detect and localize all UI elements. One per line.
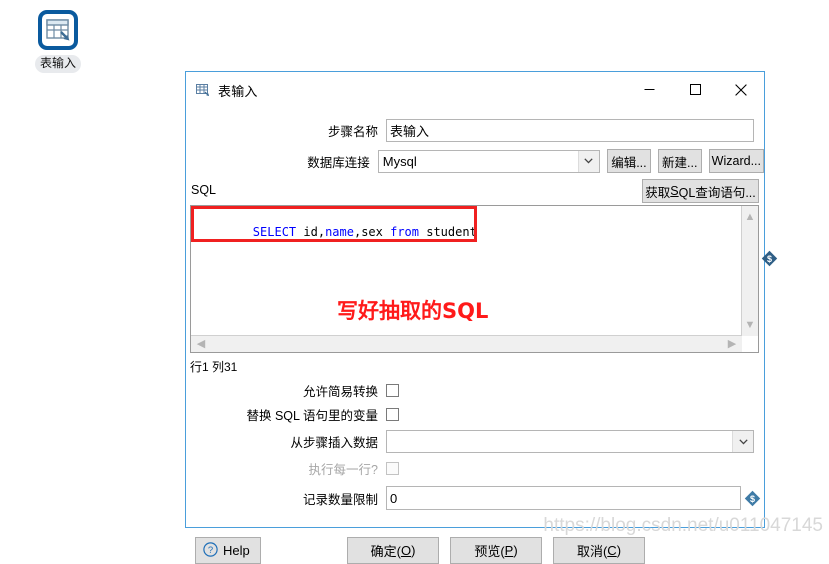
preview-suffix: ) (513, 543, 518, 558)
insert-data-from-step-select[interactable] (386, 430, 754, 453)
table-input-dialog: 表输入 步骤名称 数据库连接 Mysql (185, 71, 778, 564)
help-button-wrap: ? Help (195, 537, 261, 564)
db-connection-label: 数据库连接 (307, 155, 370, 170)
insert-data-from-step-row: 从步骤插入数据 (186, 430, 764, 453)
svg-text:$: $ (767, 254, 772, 264)
db-connection-select[interactable]: Mysql (377, 149, 600, 173)
allow-simple-conversion-label: 允许简易转换 (302, 385, 378, 399)
svg-text:?: ? (208, 545, 213, 556)
chevron-down-icon[interactable] (577, 150, 599, 172)
scroll-right-icon[interactable]: ▶ (724, 336, 740, 352)
desktop-icon-label: 表输入 (34, 55, 81, 73)
dialog-action-buttons: 确定(O) 预览(P) 取消(C) (347, 537, 645, 564)
get-sql-prefix: 获取 (645, 185, 671, 200)
table-input-step-icon (36, 8, 80, 52)
replace-variables-checkbox[interactable] (386, 408, 399, 421)
ok-accel: O (400, 543, 412, 558)
annotation-text: 写好抽取的SQL (337, 299, 489, 323)
sql-token-1: id, (296, 225, 326, 239)
execute-each-row-checkbox (386, 462, 399, 475)
allow-simple-conversion-checkbox[interactable] (386, 384, 399, 397)
scroll-up-icon[interactable]: ▲ (742, 209, 758, 225)
edit-connection-button[interactable]: 编辑... (606, 149, 651, 173)
sql-vertical-scrollbar[interactable]: ▲ ▼ (741, 206, 758, 336)
db-connection-value: Mysql (382, 153, 417, 169)
window-controls (626, 72, 764, 107)
step-name-label: 步骤名称 (327, 125, 378, 139)
help-icon: ? (203, 541, 218, 560)
ok-button[interactable]: 确定(O) (347, 537, 439, 564)
sql-token-0: SELECT (252, 225, 297, 239)
caret-status: 行1 列31 (190, 360, 238, 374)
preview-accel: P (504, 543, 514, 558)
sql-editor[interactable]: SELECT id,name,sex from student 写好抽取的SQL… (190, 205, 759, 353)
chevron-down-icon[interactable] (732, 431, 753, 452)
allow-simple-conversion-row: 允许简易转换 (186, 381, 764, 400)
get-sql-accel: S (670, 184, 679, 198)
edit-connection-label: 编辑... (611, 155, 647, 170)
help-button[interactable]: ? Help (195, 537, 261, 564)
desktop-icon-table-input[interactable]: 表输入 (26, 8, 90, 73)
row-limit-row: 记录数量限制 $ (186, 486, 764, 510)
dialog-title: 表输入 (218, 83, 258, 99)
execute-each-row-label: 执行每一行? (308, 463, 378, 477)
wizard-label: Wizard... (711, 154, 761, 168)
dialog-form: 步骤名称 数据库连接 Mysql 编辑... 新建... Wizard... (186, 119, 778, 564)
maximize-button[interactable] (672, 72, 718, 107)
cancel-button[interactable]: 取消(C) (553, 537, 645, 564)
close-button[interactable] (718, 72, 764, 107)
svg-text:$: $ (750, 494, 755, 504)
step-name-input[interactable] (386, 119, 754, 142)
watermark: https://blog.csdn.net/u011047145 (543, 515, 823, 536)
sql-header-row: SQL 获取 S QL查询语句... (186, 177, 764, 205)
ok-prefix: 确定( (370, 544, 401, 559)
preview-prefix: 预览( (474, 544, 505, 559)
row-limit-input[interactable] (386, 486, 741, 510)
sql-variable-indicator[interactable]: $ (761, 250, 778, 270)
insert-data-from-step-label: 从步骤插入数据 (290, 436, 378, 450)
wizard-button[interactable]: Wizard... (708, 149, 764, 173)
get-sql-suffix: QL查询语句... (678, 185, 756, 200)
replace-variables-label: 替换 SQL 语句里的变量 (246, 409, 379, 423)
sql-token-3: ,sex (353, 225, 391, 239)
dialog-titlebar[interactable]: 表输入 (186, 72, 764, 109)
new-connection-button[interactable]: 新建... (657, 149, 702, 173)
sql-token-4: from (390, 225, 419, 239)
execute-each-row-row: 执行每一行? (186, 459, 764, 478)
sql-section-label: SQL (191, 183, 217, 197)
sql-horizontal-scrollbar[interactable]: ◀ ▶ (191, 335, 742, 352)
minimize-button[interactable] (626, 72, 672, 107)
sql-token-2: name (325, 225, 354, 239)
ok-suffix: ) (411, 543, 416, 558)
row-limit-variable-indicator[interactable]: $ (744, 490, 761, 507)
step-name-row: 步骤名称 (186, 119, 764, 142)
help-label: Help (223, 543, 250, 558)
scroll-left-icon[interactable]: ◀ (193, 336, 209, 352)
scroll-down-icon[interactable]: ▼ (742, 317, 758, 333)
cancel-prefix: 取消( (576, 544, 608, 559)
replace-variables-row: 替换 SQL 语句里的变量 (186, 405, 764, 424)
cancel-accel: C (607, 543, 617, 558)
get-sql-statement-button[interactable]: 获取 S QL查询语句... (642, 179, 759, 203)
new-connection-label: 新建... (662, 155, 698, 170)
table-icon (195, 82, 211, 98)
row-limit-label: 记录数量限制 (302, 492, 378, 507)
sql-editor-text: SELECT id,name,sex from student (195, 211, 477, 253)
db-connection-row: 数据库连接 Mysql 编辑... 新建... Wizard... (186, 149, 764, 173)
sql-token-5: student (419, 225, 477, 239)
cancel-suffix: ) (616, 543, 622, 558)
preview-button[interactable]: 预览(P) (450, 537, 542, 564)
